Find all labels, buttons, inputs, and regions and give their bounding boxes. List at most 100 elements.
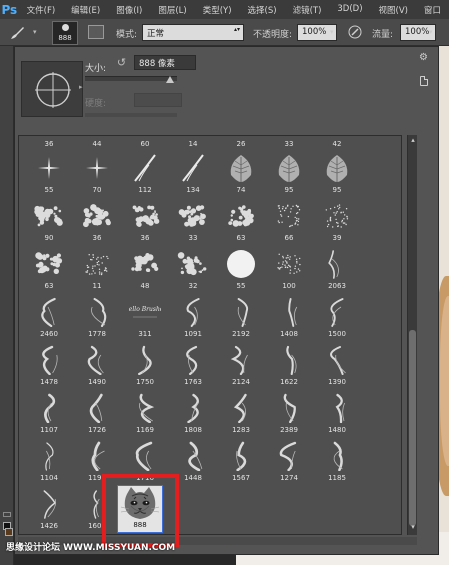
preset-size-label: 11 bbox=[92, 282, 102, 290]
brush-preset-smoke-brush[interactable]: 1490 bbox=[73, 345, 121, 389]
size-label: 大小: bbox=[85, 64, 107, 74]
size-slider[interactable] bbox=[85, 76, 177, 81]
menu-item[interactable]: 类型(Y) bbox=[195, 4, 240, 16]
texture-brush-icon bbox=[33, 249, 65, 279]
brush-preset-spray-brush[interactable]: 11 bbox=[73, 249, 121, 293]
grid-scrollbar[interactable]: ▴ ▾ bbox=[407, 135, 417, 535]
texture-brush-icon bbox=[81, 201, 113, 231]
menu-item[interactable]: 文件(F) bbox=[19, 4, 64, 16]
menu-item[interactable]: 选择(S) bbox=[240, 4, 285, 16]
brush-preset-texture-brush[interactable]: 63 bbox=[217, 201, 265, 245]
smoke-brush-icon bbox=[33, 393, 65, 424]
brush-preset-spray-brush[interactable]: 100 bbox=[265, 249, 313, 293]
brush-preset-smoke-brush[interactable]: 2389 bbox=[265, 393, 313, 437]
menu-item[interactable]: 编辑(E) bbox=[63, 4, 108, 16]
brush-preset-smoke-brush[interactable]: 1283 bbox=[217, 393, 265, 437]
brush-preset-smoke-brush[interactable]: 1091 bbox=[169, 297, 217, 341]
pressure-opacity-icon[interactable] bbox=[348, 25, 362, 39]
brush-preset-smoke-brush[interactable]: 1726 bbox=[73, 393, 121, 437]
brush-preset-leaf-brush[interactable]: 95 bbox=[265, 153, 313, 197]
brush-preset-texture-brush[interactable]: 36 bbox=[73, 201, 121, 245]
preset-size-label: 134 bbox=[186, 186, 200, 194]
brush-preset-smoke-brush[interactable]: 1107 bbox=[25, 393, 73, 437]
scrollbar-thumb[interactable] bbox=[409, 330, 416, 526]
flow-label: 流量: bbox=[372, 30, 394, 40]
brush-tool-icon[interactable] bbox=[8, 24, 26, 42]
menu-item[interactable]: 3D(D) bbox=[329, 4, 370, 16]
brush-preset-grass-brush[interactable]: 134 bbox=[169, 153, 217, 197]
new-preset-icon[interactable] bbox=[420, 76, 428, 86]
brush-preset-script-brush[interactable]: Hello Brushes 311 bbox=[121, 297, 169, 341]
size-slider-thumb[interactable] bbox=[166, 76, 174, 83]
brush-preset-smoke-brush[interactable]: 1778 bbox=[73, 297, 121, 341]
brush-preset-leaf-brush[interactable]: 74 bbox=[217, 153, 265, 197]
smoke-brush-icon bbox=[321, 297, 353, 327]
brush-preset-smoke-brush[interactable]: 1185 bbox=[313, 441, 361, 485]
brush-preset-smoke-brush[interactable]: 2124 bbox=[217, 345, 265, 389]
brush-preset-smoke-brush[interactable]: 1763 bbox=[169, 345, 217, 389]
reset-size-icon[interactable]: ↺ bbox=[115, 56, 128, 69]
size-input[interactable]: 888 像素 bbox=[134, 55, 196, 70]
flow-caret-icon[interactable]: ▾ bbox=[429, 28, 433, 36]
brush-preset-smoke-brush[interactable]: 1408 bbox=[265, 297, 313, 341]
smoke-brush-icon bbox=[225, 297, 257, 327]
brush-preset-smoke-brush[interactable]: 1426 bbox=[25, 489, 73, 533]
brush-preset-spray-brush[interactable]: 66 bbox=[265, 201, 313, 245]
preset-size-label: 55 bbox=[44, 186, 54, 194]
smoke-brush-icon bbox=[33, 489, 65, 519]
brush-preset-smoke-brush[interactable]: 1567 bbox=[217, 441, 265, 485]
highlight-box bbox=[102, 474, 179, 547]
tool-preset-caret-icon[interactable]: ▾ bbox=[33, 28, 37, 36]
brush-preset-smoke-brush[interactable]: 2063 bbox=[313, 249, 361, 293]
preset-size-label: 48 bbox=[140, 282, 150, 290]
swap-colors-icon[interactable] bbox=[3, 512, 11, 517]
brush-preset-smoke-brush[interactable]: 1169 bbox=[121, 393, 169, 437]
menu-item[interactable]: 图像(I) bbox=[108, 4, 150, 16]
brush-preset-smoke-brush[interactable]: 1622 bbox=[265, 345, 313, 389]
grass-brush-icon bbox=[129, 153, 161, 183]
preset-size-label: 66 bbox=[284, 234, 294, 242]
background-color-swatch[interactable] bbox=[5, 528, 13, 536]
opacity-caret-icon[interactable]: ▾ bbox=[330, 28, 334, 36]
brush-preset-smoke-brush[interactable]: 1750 bbox=[121, 345, 169, 389]
brush-preset-button[interactable]: 888 bbox=[52, 21, 78, 45]
brush-preset-texture-brush[interactable]: 33 bbox=[169, 201, 217, 245]
brush-angle-preview[interactable] bbox=[21, 61, 83, 117]
brush-preset-smoke-brush[interactable]: 1480 bbox=[313, 393, 361, 437]
preset-size-label: 95 bbox=[332, 186, 342, 194]
preset-size-label: 1490 bbox=[88, 378, 106, 386]
brush-panel-toggle-icon[interactable] bbox=[88, 25, 104, 39]
brush-preset-smoke-brush[interactable]: 1390 bbox=[313, 345, 361, 389]
brush-preset-smoke-brush[interactable]: 1808 bbox=[169, 393, 217, 437]
scroll-up-icon[interactable]: ▴ bbox=[409, 136, 417, 144]
brush-preset-smoke-brush[interactable]: 1104 bbox=[25, 441, 73, 485]
brush-preset-leaf-brush[interactable]: 95 bbox=[313, 153, 361, 197]
brush-preset-texture-brush[interactable]: 32 bbox=[169, 249, 217, 293]
preset-size-label: 1107 bbox=[40, 426, 58, 434]
brush-preset-grass-brush[interactable]: 112 bbox=[121, 153, 169, 197]
brush-preset-texture-brush[interactable]: 63 bbox=[25, 249, 73, 293]
brush-preset-smoke-brush[interactable]: 1500 bbox=[313, 297, 361, 341]
menu-item[interactable]: 窗口 bbox=[416, 4, 449, 16]
brush-preset-star-brush[interactable]: 70 bbox=[73, 153, 121, 197]
scroll-down-icon[interactable]: ▾ bbox=[409, 523, 417, 531]
brush-preset-texture-brush[interactable]: 48 bbox=[121, 249, 169, 293]
brush-preset-smoke-brush[interactable]: 1478 bbox=[25, 345, 73, 389]
hardness-slider bbox=[85, 113, 177, 117]
brush-preset-texture-brush[interactable]: 90 bbox=[25, 201, 73, 245]
menu-item[interactable]: 滤镜(T) bbox=[285, 4, 330, 16]
brush-preset-spray-brush[interactable]: 39 bbox=[313, 201, 361, 245]
texture-brush-icon bbox=[177, 249, 209, 279]
brush-preset-star-brush[interactable]: 55 bbox=[25, 153, 73, 197]
brush-preset-smoke-brush[interactable]: 2192 bbox=[217, 297, 265, 341]
menu-item[interactable]: 图层(L) bbox=[150, 4, 194, 16]
brush-preset-round-brush[interactable]: 55 bbox=[217, 249, 265, 293]
brush-preset-smoke-brush[interactable]: 1274 bbox=[265, 441, 313, 485]
brush-preset-texture-brush[interactable]: 36 bbox=[121, 201, 169, 245]
brush-preset-smoke-brush[interactable]: 2460 bbox=[25, 297, 73, 341]
menu-item[interactable]: 视图(V) bbox=[371, 4, 416, 16]
mode-select[interactable]: 正常 bbox=[142, 24, 244, 41]
gear-icon[interactable]: ⚙ bbox=[419, 52, 428, 63]
spray-brush-icon bbox=[273, 249, 305, 279]
preset-size-label: 60 bbox=[140, 140, 150, 148]
